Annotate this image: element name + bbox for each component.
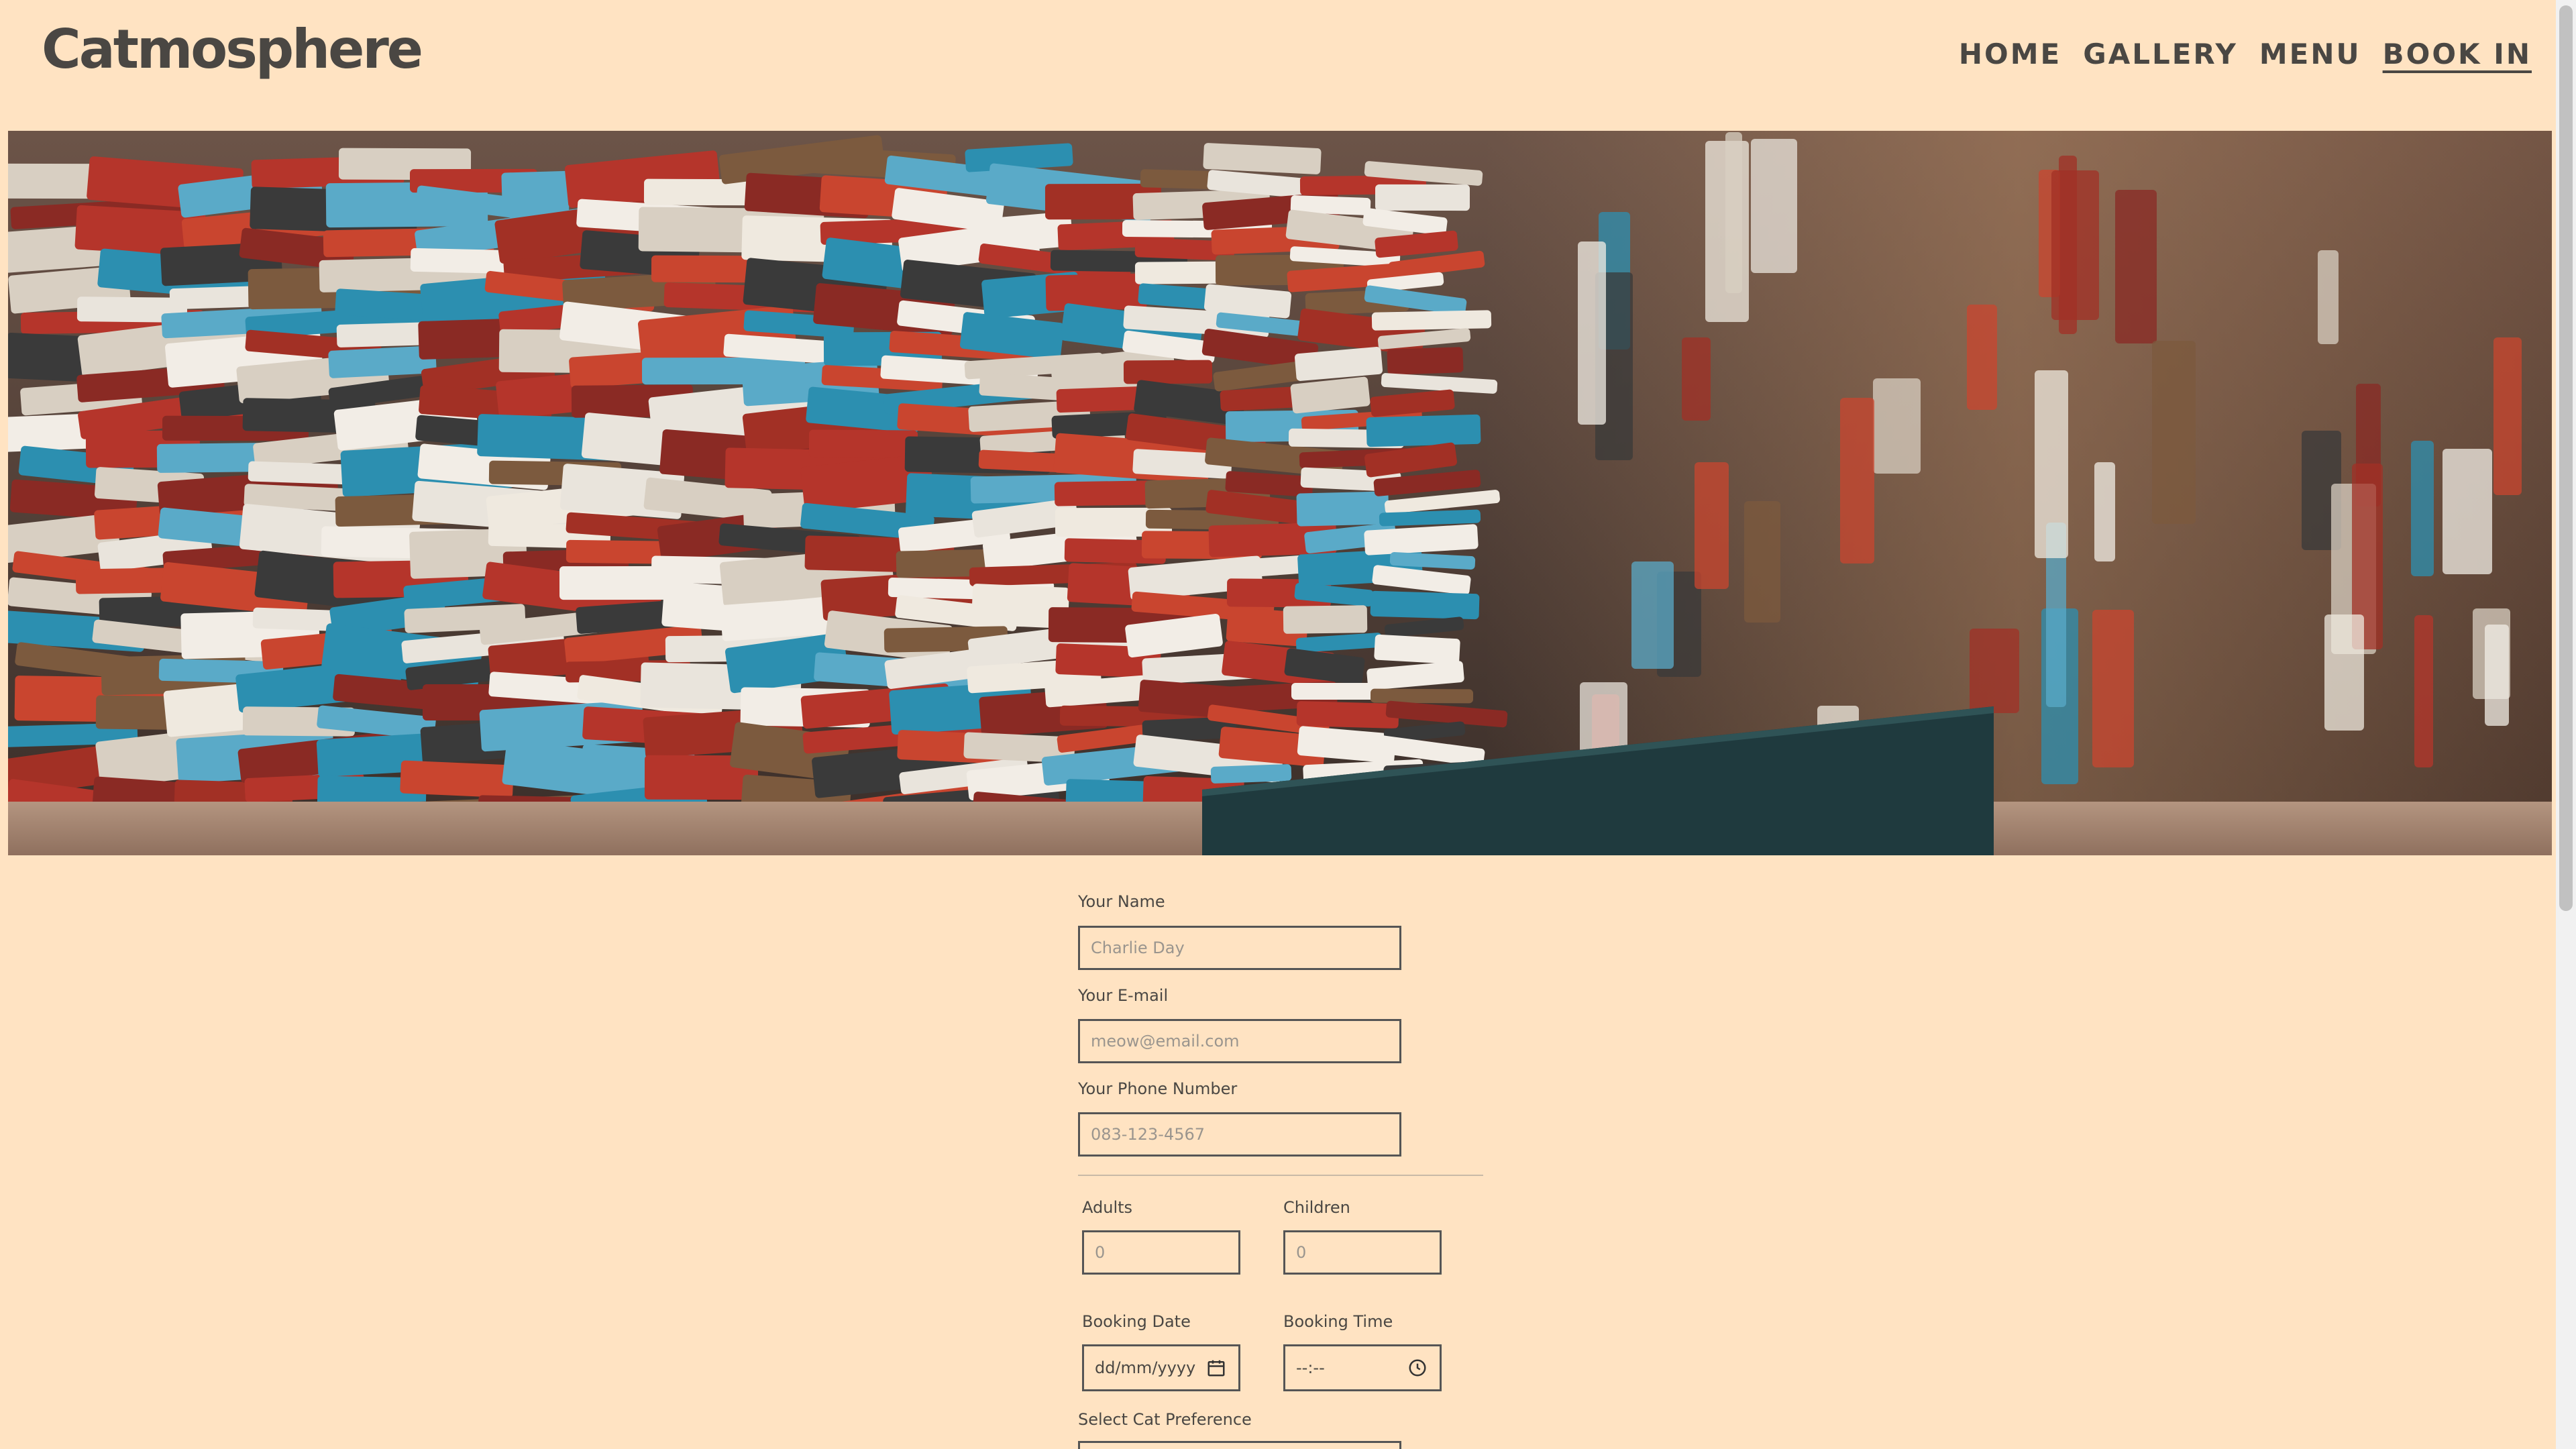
hero-shelf-book	[2092, 610, 2134, 767]
hero-image	[8, 131, 2552, 855]
hero-shelf-book	[1873, 378, 1921, 474]
hero-book	[1371, 310, 1491, 331]
name-label: Your Name	[1078, 892, 1165, 911]
hero-shelf-book	[1725, 132, 1743, 293]
hero-book	[1044, 272, 1147, 311]
hero-shelf-book	[2324, 614, 2365, 731]
hero-book	[808, 429, 918, 458]
booking-date-label: Booking Date	[1082, 1312, 1191, 1331]
hero-shelf-book	[2414, 615, 2433, 767]
calendar-icon[interactable]	[1206, 1358, 1226, 1378]
children-input[interactable]: 0	[1283, 1230, 1442, 1275]
hero-shelf-book	[1744, 500, 1781, 623]
hero-book	[1296, 700, 1400, 729]
booking-time-value: --:--	[1296, 1358, 1325, 1377]
site-logo[interactable]: Catmosphere	[42, 23, 423, 76]
nav-home[interactable]: HOME	[1959, 38, 2061, 71]
hero-book	[1123, 360, 1213, 384]
hero-book	[1283, 604, 1368, 633]
hero-shelf-book	[2034, 370, 2069, 558]
hero-book	[1366, 660, 1464, 691]
phone-label: Your Phone Number	[1078, 1079, 1238, 1098]
hero-shelf-book	[2114, 189, 2157, 344]
scrollbar-thumb[interactable]	[2559, 5, 2573, 911]
hero-shelf-book	[1682, 337, 1711, 421]
email-label: Your E-mail	[1078, 986, 1169, 1005]
email-input[interactable]: meow@email.com	[1078, 1019, 1401, 1063]
hero-book	[1295, 632, 1383, 653]
hero-shelf-book	[1631, 561, 1674, 669]
page: Catmosphere HOME GALLERY MENU BOOK IN Yo…	[0, 0, 2576, 1449]
hero-book	[1290, 376, 1371, 414]
adults-label: Adults	[1082, 1198, 1133, 1217]
name-input[interactable]: Charlie Day	[1078, 926, 1401, 970]
hero-book	[1371, 688, 1473, 704]
hero-shelf-book	[1967, 305, 1997, 410]
vertical-scrollbar[interactable]	[2556, 0, 2576, 1449]
booking-date-input[interactable]: dd/mm/yyyy	[1082, 1344, 1240, 1391]
cat-preference-select[interactable]	[1078, 1441, 1401, 1449]
hero-book	[1203, 142, 1322, 174]
nav-book-in[interactable]: BOOK IN	[2383, 38, 2532, 71]
hero-shelf-book	[2443, 449, 2493, 574]
hero-shelf-book	[1750, 139, 1797, 273]
main-nav: HOME GALLERY MENU BOOK IN	[1959, 38, 2532, 71]
hero-shelf-book	[1695, 462, 1729, 589]
hero-shelf-book	[2094, 462, 2115, 561]
hero-book	[1366, 414, 1481, 447]
phone-input[interactable]: 083-123-4567	[1078, 1112, 1401, 1157]
hero-book	[1370, 590, 1479, 620]
adults-input[interactable]: 0	[1082, 1230, 1240, 1275]
hero-shelf-book	[2318, 250, 2339, 345]
clock-icon[interactable]	[1407, 1358, 1428, 1378]
booking-time-input[interactable]: --:--	[1283, 1344, 1442, 1391]
hero-shelf-book	[1839, 398, 1875, 564]
hero-shelf-book	[2410, 441, 2434, 577]
cat-preference-label: Select Cat Preference	[1078, 1410, 1252, 1429]
booking-date-value: dd/mm/yyyy	[1095, 1358, 1196, 1377]
hero-book	[399, 760, 514, 798]
hero-shelf-book	[2152, 340, 2196, 525]
hero-shelf-book	[2493, 337, 2522, 495]
hero-book	[1383, 616, 1464, 638]
site-header: Catmosphere HOME GALLERY MENU BOOK IN	[0, 0, 2556, 131]
hero-book	[1379, 509, 1481, 527]
hero-shelf-book	[2485, 624, 2509, 726]
hero-book	[1375, 184, 1470, 211]
booking-time-label: Booking Time	[1283, 1312, 1393, 1331]
hero-book	[1387, 347, 1464, 375]
form-divider	[1078, 1175, 1483, 1176]
hero-shelf-book	[2051, 170, 2100, 320]
nav-menu[interactable]: MENU	[2259, 38, 2361, 71]
children-label: Children	[1283, 1198, 1350, 1217]
hero-book	[1373, 634, 1461, 665]
hero-shelf-book	[1969, 629, 2019, 714]
hero-book	[1369, 389, 1455, 417]
nav-gallery[interactable]: GALLERY	[2083, 38, 2238, 71]
hero-book	[1296, 490, 1389, 526]
hero-shelf-book	[1577, 241, 1607, 425]
